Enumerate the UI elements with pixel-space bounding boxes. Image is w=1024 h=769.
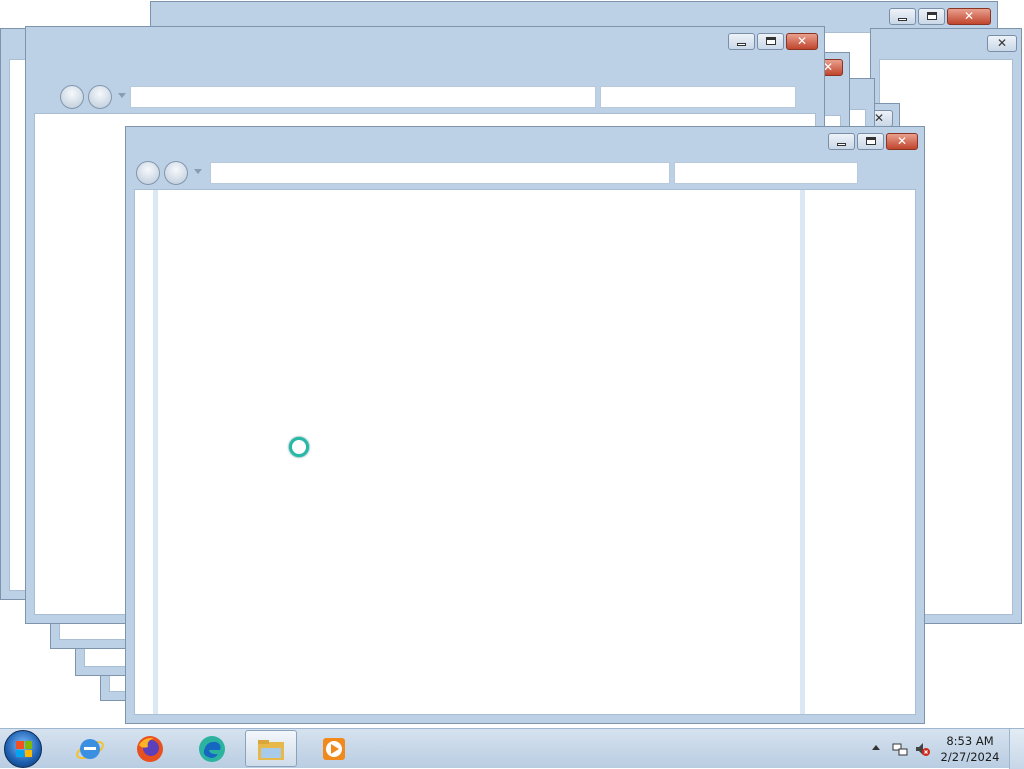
internet-explorer-icon [76,739,104,760]
address-bar[interactable] [210,162,670,184]
minimize-icon [837,143,846,146]
window-content [134,189,916,715]
firefox-icon [137,736,163,762]
window-front[interactable] [125,126,925,724]
clock-date: 2/27/2024 [940,750,1000,764]
show-desktop-button[interactable] [1009,729,1024,769]
windows-logo [16,741,32,757]
network-icon[interactable] [892,741,908,757]
clock-time: 8:53 AM [946,734,994,748]
window-caption-buttons [728,33,818,52]
maximize-icon [927,12,937,20]
address-bar[interactable] [130,86,596,108]
taskbar-internet-explorer[interactable] [64,730,116,767]
chevron-down-icon[interactable] [194,169,202,174]
windows-start-icon[interactable] [4,730,42,768]
inner-frame-left [153,190,158,714]
browser-toolbar [34,79,816,113]
minimize-icon [737,43,746,46]
window-caption-buttons [828,133,918,152]
maximize-icon [866,137,876,145]
close-button[interactable] [987,35,1017,52]
maximize-button[interactable] [918,8,945,25]
close-button[interactable] [786,33,818,50]
clock[interactable]: 8:53 AM 2/27/2024 [940,733,1000,765]
close-button[interactable] [947,8,991,25]
close-icon [988,36,1016,51]
media-player-icon [323,738,345,760]
taskbar-edge[interactable] [186,730,238,767]
taskbar: 8:53 AM 2/27/2024 [0,728,1024,769]
edge-icon [199,736,225,762]
maximize-button[interactable] [757,33,784,50]
minimize-icon [898,18,907,21]
chevron-up-icon[interactable] [872,745,880,750]
inner-frame-right [800,190,805,714]
maximize-button[interactable] [857,133,884,150]
file-explorer-icon [258,740,284,760]
close-icon [787,34,817,49]
minimize-button[interactable] [889,8,916,25]
search-box[interactable] [600,86,796,108]
back-arrow-icon[interactable] [136,161,160,185]
volume-muted-icon[interactable] [914,741,930,757]
close-button[interactable] [886,133,918,150]
maximize-icon [766,37,776,45]
taskbar-file-explorer[interactable] [245,730,297,767]
browser-toolbar [134,155,916,189]
window-caption-buttons [889,8,991,27]
forward-arrow-icon[interactable] [88,85,112,109]
search-box[interactable] [674,162,858,184]
forward-arrow-icon[interactable] [164,161,188,185]
busy-spinner-icon [289,437,309,457]
desktop [0,0,1024,728]
close-icon [948,9,990,24]
minimize-button[interactable] [728,33,755,50]
close-icon [887,134,917,149]
back-arrow-icon[interactable] [60,85,84,109]
taskbar-media-player[interactable] [308,730,360,767]
chevron-down-icon[interactable] [118,93,126,98]
minimize-button[interactable] [828,133,855,150]
taskbar-firefox[interactable] [124,730,176,767]
system-tray: 8:53 AM 2/27/2024 [864,729,1024,769]
window-caption-buttons [987,35,1017,54]
